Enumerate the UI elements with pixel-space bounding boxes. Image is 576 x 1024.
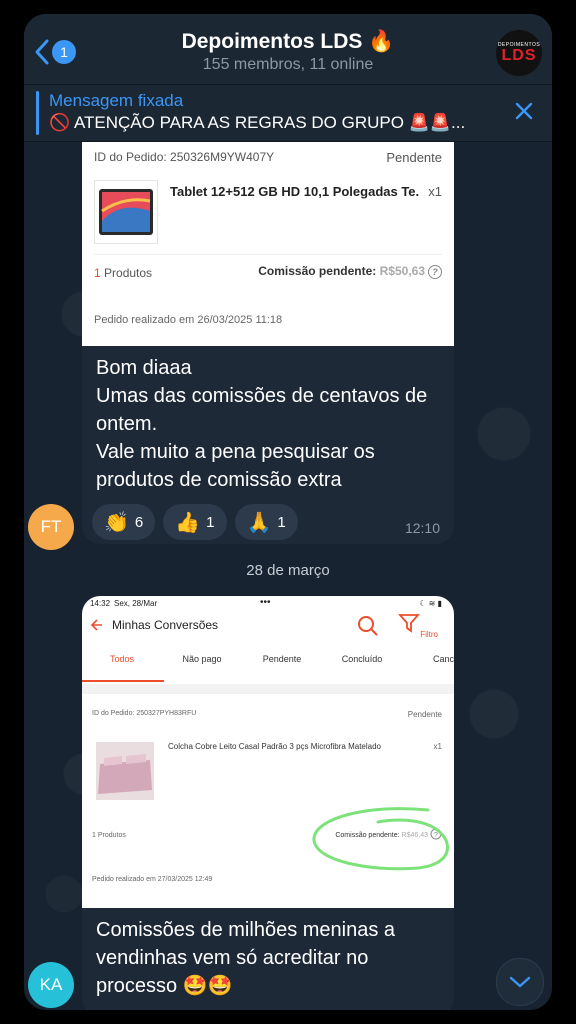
filter-label: Filtro — [420, 630, 438, 639]
chevron-down-icon — [509, 976, 531, 988]
filter-icon[interactable] — [398, 612, 420, 634]
tab-concluido[interactable]: Concluído — [322, 654, 402, 664]
chat-header: 1 Depoimentos LDS 🔥 155 membros, 11 onli… — [24, 14, 552, 85]
product-name: Colcha Cobre Leito Casal Padrão 3 pçs Mi… — [168, 742, 381, 751]
screen-title: Minhas Conversões — [112, 618, 219, 632]
highlight-circle — [312, 807, 449, 871]
message-bubble[interactable]: ID do Pedido: 250326M9YW407Y Pendente Ta… — [82, 142, 454, 544]
group-avatar[interactable]: DEPOIMENTOS LDS — [496, 30, 542, 76]
chat-title[interactable]: Depoimentos LDS 🔥 — [24, 30, 552, 54]
message-line: vendinhas vem só acreditar no — [96, 947, 369, 969]
tab-pendente[interactable]: Pendente — [242, 654, 322, 664]
reaction-count: 6 — [134, 513, 144, 531]
telegram-screen: 1 Depoimentos LDS 🔥 155 membros, 11 onli… — [24, 14, 552, 1010]
shared-screenshot[interactable]: 14:32 Sex, 28/Mar ••• ☾ ≋ ▮ Minhas Conve… — [82, 596, 454, 908]
pray-icon: 🙏 — [246, 511, 272, 534]
close-pinned-button[interactable] — [514, 101, 534, 126]
bedspread-icon — [96, 742, 154, 800]
order-status: Pendente — [407, 710, 442, 719]
commission-label: Comissão pendente: — [258, 264, 377, 278]
product-image — [94, 180, 158, 244]
products-count: 1 Produtos — [92, 832, 126, 839]
thumbs-up-icon: 👍 — [175, 511, 201, 534]
avatar[interactable]: FT — [28, 504, 74, 550]
products-count-number: 1 — [94, 266, 101, 280]
product-name: Tablet 12+512 GB HD 10,1 Polegadas Te... — [170, 184, 420, 199]
status-dots: ••• — [260, 597, 271, 608]
phone-status-bar: 14:32 Sex, 28/Mar ••• ☾ ≋ ▮ — [82, 596, 454, 612]
message-line: ontem. — [96, 413, 158, 435]
reaction-clap[interactable]: 👏 6 — [92, 504, 156, 540]
message-line: processo 🤩🤩 — [96, 975, 233, 997]
status-icons: ☾ ≋ ▮ — [419, 599, 442, 608]
scroll-down-button[interactable] — [496, 958, 544, 1006]
order-id: ID do Pedido: 250327PYH83RFU — [92, 710, 197, 717]
reaction-count: 1 — [277, 513, 286, 531]
search-icon[interactable] — [356, 614, 380, 638]
status-date: Sex, 28/Mar — [114, 599, 158, 608]
order-date: Pedido realizado em 26/03/2025 11:18 — [94, 314, 283, 326]
order-date: Pedido realizado em 27/03/2025 12:49 — [92, 876, 213, 883]
reaction-thumbs-up[interactable]: 👍 1 — [163, 504, 227, 540]
status-time: 14:32 — [90, 599, 111, 608]
tab-nao-pago[interactable]: Não pago — [162, 654, 242, 664]
message-time: 12:10 — [404, 520, 440, 536]
message-line: produtos de comissão extra — [96, 469, 342, 491]
pinned-title: Mensagem fixada — [49, 91, 184, 110]
commission-value: R$50,63 — [379, 264, 425, 278]
message-text: Bom diaaa Umas das comissões de centavos… — [82, 346, 454, 494]
message-line: Vale muito a pena pesquisar os — [96, 441, 375, 463]
product-image — [96, 742, 154, 800]
status-tabs: Todos Não pago Pendente Concluído Canc — [82, 654, 454, 664]
commission-pending: Comissão pendente: R$50,63? — [258, 264, 442, 279]
tablet-icon — [99, 189, 153, 235]
order-id: ID do Pedido: 250326M9YW407Y — [94, 150, 275, 164]
message-line: Bom diaaa — [96, 357, 192, 379]
reaction-count: 1 — [206, 513, 215, 531]
pinned-indicator — [36, 91, 39, 135]
tab-todos[interactable]: Todos — [82, 654, 162, 664]
reaction-pray[interactable]: 🙏 1 — [234, 504, 298, 540]
message-line: Umas das comissões de centavos de — [96, 385, 428, 407]
date-separator: 28 de março — [246, 562, 330, 579]
message-text: Comissões de milhões meninas a vendinhas… — [82, 908, 454, 1000]
shared-screenshot[interactable]: ID do Pedido: 250326M9YW407Y Pendente Ta… — [82, 142, 454, 346]
reactions: 👏 6 👍 1 🙏 1 — [82, 494, 454, 540]
section-gap — [82, 684, 454, 694]
group-avatar-logo: LDS — [501, 47, 537, 64]
tab-cancelado[interactable]: Canc — [402, 654, 454, 664]
order-status: Pendente — [386, 150, 442, 165]
product-quantity: x1 — [433, 742, 442, 751]
products-count: 1 Produtos — [94, 266, 152, 280]
active-tab-indicator — [82, 680, 164, 682]
divider — [94, 254, 442, 255]
products-count-label: Produtos — [104, 266, 153, 280]
help-icon: ? — [428, 264, 442, 279]
chat-subtitle: 155 membros, 11 online — [202, 56, 374, 73]
message-bubble[interactable]: 14:32 Sex, 28/Mar ••• ☾ ≋ ▮ Minhas Conve… — [82, 596, 454, 1010]
arrow-left-icon[interactable] — [90, 618, 104, 632]
clap-icon: 👏 — [104, 511, 129, 534]
close-icon — [515, 102, 533, 120]
pinned-text: 🚫 ATENÇÃO PARA AS REGRAS DO GRUPO 🚨🚨... — [49, 113, 466, 132]
message-line: Comissões de milhões meninas a — [96, 919, 396, 941]
avatar[interactable]: KA — [28, 962, 74, 1008]
product-quantity: x1 — [428, 184, 442, 199]
pinned-message-bar[interactable]: Mensagem fixada 🚫 ATENÇÃO PARA AS REGRAS… — [24, 85, 552, 142]
